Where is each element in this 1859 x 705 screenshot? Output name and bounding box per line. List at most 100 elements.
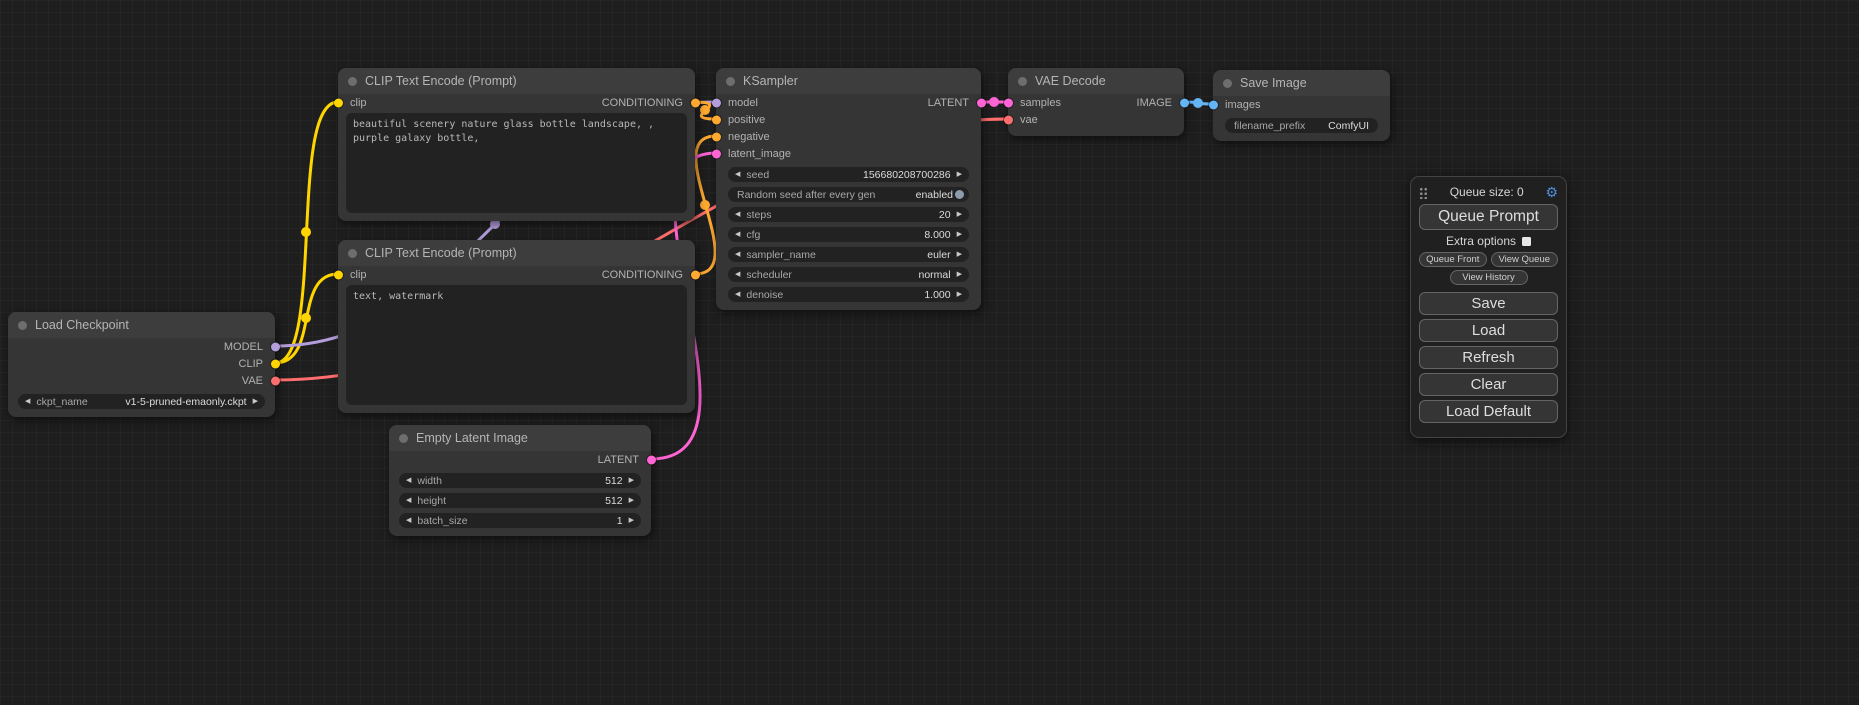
load-default-button[interactable]: Load Default — [1419, 400, 1558, 423]
collapse-toggle-icon[interactable] — [1018, 77, 1027, 86]
decrement-arrow-icon[interactable]: ◀ — [406, 493, 411, 508]
prev-arrow-icon[interactable]: ◀ — [735, 247, 740, 262]
node-title: KSampler — [743, 74, 798, 88]
output-dot-clip[interactable] — [271, 359, 280, 368]
output-dot-latent[interactable] — [647, 455, 656, 464]
widget-label: ckpt_name — [36, 396, 87, 408]
node-header[interactable]: CLIP Text Encode (Prompt) — [338, 68, 695, 94]
extra-options-row: Extra options — [1419, 233, 1558, 249]
input-slot-images: images — [1213, 96, 1390, 113]
toggle-dot-icon[interactable] — [955, 190, 964, 199]
collapse-toggle-icon[interactable] — [399, 434, 408, 443]
widget-denoise[interactable]: ◀ denoise 1.000 ▶ — [728, 287, 969, 302]
decrement-arrow-icon[interactable]: ◀ — [735, 287, 740, 302]
next-arrow-icon[interactable]: ▶ — [253, 394, 258, 409]
clear-button[interactable]: Clear — [1419, 373, 1558, 396]
increment-arrow-icon[interactable]: ▶ — [629, 473, 634, 488]
view-history-button[interactable]: View History — [1450, 270, 1528, 285]
node-ksampler[interactable]: KSampler model LATENT positive negative … — [716, 68, 981, 310]
widget-sampler-name[interactable]: ◀ sampler_name euler ▶ — [728, 247, 969, 262]
extra-options-checkbox[interactable] — [1522, 237, 1531, 246]
node-clip-text-encode-negative[interactable]: CLIP Text Encode (Prompt) clip CONDITION… — [338, 240, 695, 413]
input-dot-images[interactable] — [1209, 100, 1218, 109]
node-header[interactable]: CLIP Text Encode (Prompt) — [338, 240, 695, 266]
output-dot-image[interactable] — [1180, 98, 1189, 107]
decrement-arrow-icon[interactable]: ◀ — [735, 167, 740, 182]
output-dot-model[interactable] — [271, 342, 280, 351]
next-arrow-icon[interactable]: ▶ — [957, 247, 962, 262]
node-load-checkpoint[interactable]: Load Checkpoint MODEL CLIP VAE ◀ ckpt_na… — [8, 312, 275, 417]
wire-dot-latent-2 — [989, 97, 999, 107]
queue-prompt-button[interactable]: Queue Prompt — [1419, 204, 1558, 230]
increment-arrow-icon[interactable]: ▶ — [957, 227, 962, 242]
settings-gear-icon[interactable]: ⚙ — [1545, 185, 1558, 199]
decrement-arrow-icon[interactable]: ◀ — [735, 227, 740, 242]
node-clip-text-encode-positive[interactable]: CLIP Text Encode (Prompt) clip CONDITION… — [338, 68, 695, 221]
slot-label: clip — [350, 269, 367, 281]
input-dot-latent-image[interactable] — [712, 149, 721, 158]
drag-handle-icon[interactable] — [1419, 186, 1428, 199]
input-dot-positive[interactable] — [712, 115, 721, 124]
node-header[interactable]: KSampler — [716, 68, 981, 94]
wire-dot-cond-1 — [700, 105, 710, 115]
input-dot-clip[interactable] — [334, 270, 343, 279]
widget-width[interactable]: ◀ width 512 ▶ — [399, 473, 641, 488]
slot-row: model LATENT — [716, 94, 981, 111]
widget-steps[interactable]: ◀ steps 20 ▶ — [728, 207, 969, 222]
increment-arrow-icon[interactable]: ▶ — [957, 167, 962, 182]
input-dot-model[interactable] — [712, 98, 721, 107]
collapse-toggle-icon[interactable] — [726, 77, 735, 86]
input-dot-vae[interactable] — [1004, 115, 1013, 124]
next-arrow-icon[interactable]: ▶ — [957, 267, 962, 282]
output-dot-latent[interactable] — [977, 98, 986, 107]
widget-label: steps — [746, 209, 771, 221]
node-header[interactable]: Save Image — [1213, 70, 1390, 96]
refresh-button[interactable]: Refresh — [1419, 346, 1558, 369]
view-queue-button[interactable]: View Queue — [1491, 252, 1559, 267]
widget-cfg[interactable]: ◀ cfg 8.000 ▶ — [728, 227, 969, 242]
input-dot-negative[interactable] — [712, 132, 721, 141]
increment-arrow-icon[interactable]: ▶ — [957, 287, 962, 302]
widget-height[interactable]: ◀ height 512 ▶ — [399, 493, 641, 508]
widget-ckpt-name[interactable]: ◀ ckpt_name v1-5-pruned-emaonly.ckpt ▶ — [18, 394, 265, 409]
node-graph-canvas[interactable]: Load Checkpoint MODEL CLIP VAE ◀ ckpt_na… — [0, 0, 1859, 705]
wire-clip-to-negative-prompt — [275, 274, 338, 363]
widget-scheduler[interactable]: ◀ scheduler normal ▶ — [728, 267, 969, 282]
widget-filename-prefix[interactable]: filename_prefix ComfyUI — [1225, 118, 1378, 133]
prompt-text-input[interactable]: text, watermark — [346, 285, 687, 405]
node-vae-decode[interactable]: VAE Decode samples IMAGE vae — [1008, 68, 1184, 136]
collapse-toggle-icon[interactable] — [1223, 79, 1232, 88]
output-dot-conditioning[interactable] — [691, 98, 700, 107]
decrement-arrow-icon[interactable]: ◀ — [735, 207, 740, 222]
output-slot-clip: CLIP — [8, 355, 275, 372]
prev-arrow-icon[interactable]: ◀ — [25, 394, 30, 409]
widget-seed[interactable]: ◀ seed 156680208700286 ▶ — [728, 167, 969, 182]
prompt-text-input[interactable]: beautiful scenery nature glass bottle la… — [346, 113, 687, 213]
load-button[interactable]: Load — [1419, 319, 1558, 342]
output-slot-vae: VAE — [8, 372, 275, 389]
slot-row: clip CONDITIONING — [338, 94, 695, 111]
input-dot-clip[interactable] — [334, 98, 343, 107]
node-title: Load Checkpoint — [35, 318, 129, 332]
increment-arrow-icon[interactable]: ▶ — [629, 493, 634, 508]
widget-random-seed-toggle[interactable]: Random seed after every gen enabled — [728, 187, 969, 202]
output-dot-conditioning[interactable] — [691, 270, 700, 279]
node-header[interactable]: VAE Decode — [1008, 68, 1184, 94]
node-save-image[interactable]: Save Image images filename_prefix ComfyU… — [1213, 70, 1390, 141]
decrement-arrow-icon[interactable]: ◀ — [406, 473, 411, 488]
node-header[interactable]: Empty Latent Image — [389, 425, 651, 451]
input-dot-samples[interactable] — [1004, 98, 1013, 107]
collapse-toggle-icon[interactable] — [348, 249, 357, 258]
increment-arrow-icon[interactable]: ▶ — [957, 207, 962, 222]
collapse-toggle-icon[interactable] — [18, 321, 27, 330]
widget-batch-size[interactable]: ◀ batch_size 1 ▶ — [399, 513, 641, 528]
save-button[interactable]: Save — [1419, 292, 1558, 315]
decrement-arrow-icon[interactable]: ◀ — [406, 513, 411, 528]
node-header[interactable]: Load Checkpoint — [8, 312, 275, 338]
increment-arrow-icon[interactable]: ▶ — [629, 513, 634, 528]
queue-front-button[interactable]: Queue Front — [1419, 252, 1487, 267]
output-dot-vae[interactable] — [271, 376, 280, 385]
node-empty-latent-image[interactable]: Empty Latent Image LATENT ◀ width 512 ▶ … — [389, 425, 651, 536]
collapse-toggle-icon[interactable] — [348, 77, 357, 86]
prev-arrow-icon[interactable]: ◀ — [735, 267, 740, 282]
